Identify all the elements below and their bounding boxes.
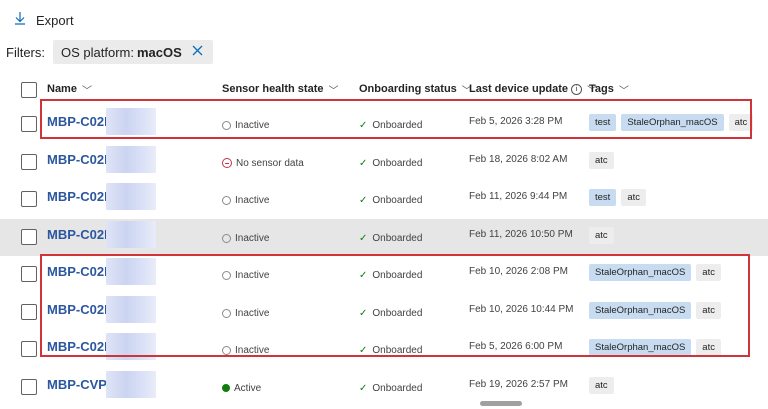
onboarding-cell: ✓ Onboarded: [359, 195, 423, 206]
horizontal-scrollbar[interactable]: [480, 401, 522, 406]
check-icon: ✓: [359, 157, 368, 169]
filters-label: Filters:: [6, 44, 45, 60]
chevron-down-icon: ﹀: [81, 85, 92, 97]
onboarding-cell: ✓ Onboarded: [359, 157, 423, 169]
tags-cell: atc: [589, 226, 619, 244]
sensor-health-cell: Active: [222, 383, 261, 394]
filter-chip-value: macOS: [136, 44, 182, 60]
last-update-cell: Feb 11, 2026 9:44 PM: [469, 191, 568, 202]
tag-badge: atc: [621, 189, 646, 206]
device-name-link[interactable]: MBP-C02D: [47, 152, 113, 167]
device-name-link[interactable]: MBP-C02D: [47, 189, 113, 204]
tag-badge: atc: [589, 226, 614, 244]
redacted-block: [106, 220, 156, 248]
export-button[interactable]: Export: [36, 13, 74, 28]
toolbar: Export: [14, 10, 74, 30]
redacted-block: [106, 370, 156, 398]
last-update-cell: Feb 18, 2026 8:02 AM: [469, 153, 568, 165]
highlight-box: [40, 254, 750, 357]
sensor-health-cell: No sensor data: [222, 158, 304, 169]
device-name-link[interactable]: MBP-C02D: [47, 227, 113, 242]
close-icon[interactable]: [192, 43, 203, 61]
info-icon[interactable]: i: [571, 83, 583, 95]
highlight-box: [40, 99, 752, 139]
tags-cell: atc: [589, 376, 619, 394]
row-checkbox[interactable]: [21, 266, 37, 282]
tags-cell: atc: [589, 151, 619, 169]
table-row[interactable]: MBP-C02D Inactive ✓ Onboarded Feb 11, 2026 9…: [0, 181, 768, 218]
filter-chip-os-platform[interactable]: OS platform: macOS: [53, 40, 213, 64]
check-icon: ✓: [359, 382, 368, 394]
filter-bar: Filters: OS platform: macOS: [6, 40, 213, 64]
tag-badge: test: [589, 189, 617, 206]
filter-chip-label: OS platform:: [61, 44, 134, 60]
redacted-block: [106, 145, 156, 173]
chevron-down-icon: ﹀: [618, 85, 629, 97]
table-row[interactable]: MBP-C02D Inactive ✓ Onboarded Feb 11, 2026 1…: [0, 218, 768, 256]
download-arrow-icon[interactable]: [14, 11, 26, 29]
check-icon: ✓: [359, 232, 368, 244]
sensor-health-cell: Inactive: [222, 233, 269, 244]
row-checkbox[interactable]: [21, 191, 37, 207]
tags-cell: test atc: [589, 189, 651, 206]
onboarding-cell: ✓ Onboarded: [359, 382, 423, 394]
chevron-down-icon: ﹀: [328, 85, 339, 97]
row-checkbox[interactable]: [21, 116, 37, 132]
inactive-status-icon: [222, 196, 231, 205]
redacted-block: [106, 183, 156, 210]
last-update-cell: Feb 11, 2026 10:50 PM: [469, 228, 573, 240]
table-row[interactable]: MBP-CVPX Active ✓ Onboarded Feb 19, 2026 2:5…: [0, 369, 768, 406]
active-status-icon: [222, 384, 230, 392]
tag-badge: atc: [589, 151, 614, 169]
table-row[interactable]: MBP-C02D No sensor data ✓ Onboarded Feb 18, …: [0, 144, 768, 181]
row-checkbox[interactable]: [21, 228, 37, 245]
last-update-cell: Feb 19, 2026 2:57 PM: [469, 378, 568, 390]
row-checkbox[interactable]: [21, 153, 37, 170]
check-icon: ✓: [359, 195, 368, 206]
select-all-checkbox[interactable]: [21, 82, 37, 98]
sensor-health-cell: Inactive: [222, 195, 269, 206]
onboarding-cell: ✓ Onboarded: [359, 232, 423, 244]
row-checkbox[interactable]: [21, 341, 37, 357]
row-checkbox[interactable]: [21, 303, 37, 320]
no-sensor-icon: [222, 158, 232, 168]
row-checkbox[interactable]: [21, 378, 37, 395]
inactive-status-icon: [222, 233, 231, 243]
tag-badge: atc: [589, 376, 614, 394]
